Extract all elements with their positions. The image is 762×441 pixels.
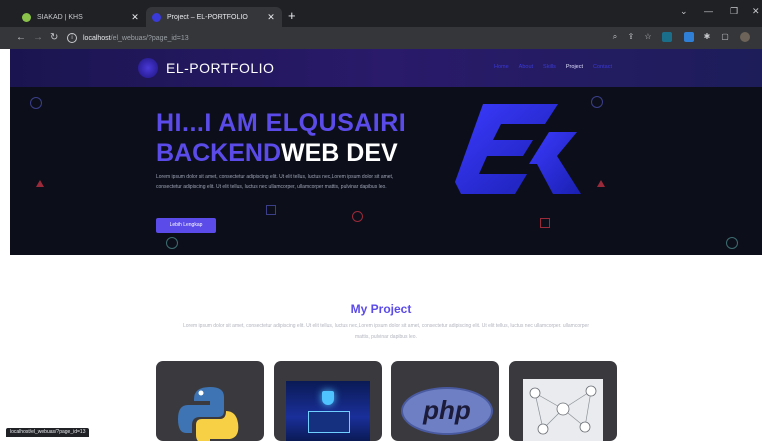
- tab-title: SIAKAD | KHS: [37, 13, 83, 21]
- nav-menu: Home About Skills Project Contact: [494, 64, 612, 70]
- network-diagram-icon: [523, 379, 603, 441]
- laptop-icon: [308, 411, 350, 433]
- project-card-cyber[interactable]: [274, 361, 382, 441]
- window-close-icon[interactable]: ✕: [752, 6, 760, 17]
- hero-title-rest: WEB DEV: [281, 139, 398, 167]
- portfolio-favicon-icon: [152, 12, 161, 22]
- tab-project[interactable]: Project – EL-PORTFOLIO ✕: [146, 7, 282, 27]
- learn-more-button[interactable]: Lebih Lengkap: [156, 218, 216, 233]
- hero-description: Lorem ipsum dolor sit amet, consectetur …: [156, 174, 394, 190]
- hero-title-accent: BACKEND: [156, 139, 281, 167]
- project-card-python[interactable]: [156, 361, 264, 441]
- close-icon[interactable]: ✕: [264, 12, 278, 23]
- decor-square-icon: [266, 205, 276, 215]
- decor-triangle-icon: [597, 180, 605, 187]
- side-panel-icon[interactable]: ▢: [720, 32, 730, 42]
- siakad-favicon-icon: [22, 12, 31, 22]
- url-host: localhost: [83, 34, 111, 42]
- projects-description: Lorem ipsum dolor sit amet, consectetur …: [182, 323, 589, 340]
- nav-home[interactable]: Home: [494, 64, 509, 70]
- decor-circle-icon: [591, 96, 603, 108]
- hero-title-line2: BACKENDWEB DEV: [156, 139, 398, 168]
- shield-icon: [322, 391, 334, 405]
- close-icon[interactable]: ✕: [128, 12, 142, 23]
- extension-icon[interactable]: [662, 32, 672, 42]
- python-logo-icon: [178, 387, 239, 441]
- project-card-php[interactable]: php: [391, 361, 499, 441]
- nav-project[interactable]: Project: [566, 64, 583, 70]
- extension-icon[interactable]: [684, 32, 694, 42]
- nav-about[interactable]: About: [519, 64, 533, 70]
- decor-circle-icon: [352, 211, 363, 222]
- decor-circle-icon: [726, 237, 738, 249]
- maximize-icon[interactable]: ❐: [730, 6, 738, 17]
- hero-title-line1: HI...I AM ELQUSAIRI: [156, 109, 407, 137]
- site-brand[interactable]: EL-PORTFOLIO: [166, 60, 274, 76]
- reload-icon[interactable]: ↻: [50, 31, 58, 45]
- site-info-icon[interactable]: i: [67, 33, 77, 43]
- decor-triangle-icon: [36, 180, 44, 187]
- site-navbar: EL-PORTFOLIO Home About Skills Project C…: [10, 49, 762, 87]
- nav-contact[interactable]: Contact: [593, 64, 612, 70]
- url-path: /el_webuas/?page_id=13: [110, 34, 189, 42]
- share-icon[interactable]: ⇪: [626, 32, 636, 42]
- address-bar[interactable]: i localhost /el_webuas/?page_id=13: [67, 31, 189, 45]
- php-logo-text: php: [423, 395, 471, 425]
- ek-logo-icon: [455, 104, 581, 194]
- projects-heading: My Project: [350, 302, 412, 316]
- new-tab-icon[interactable]: +: [288, 8, 296, 24]
- site-logo-icon[interactable]: [138, 58, 158, 78]
- php-logo-icon: php: [401, 387, 493, 435]
- hero-section: HI...I AM ELQUSAIRI BACKENDWEB DEV Lorem…: [10, 87, 762, 255]
- extensions-puzzle-icon[interactable]: ✱: [702, 32, 712, 42]
- decor-circle-icon: [30, 97, 42, 109]
- cyber-security-image: [286, 381, 370, 441]
- decor-circle-icon: [166, 237, 178, 249]
- project-card-network[interactable]: [509, 361, 617, 441]
- link-status-bubble: localhost/el_webuas/?page_id=13: [6, 428, 90, 437]
- decor-square-icon: [540, 218, 550, 228]
- zoom-icon[interactable]: ⌕: [610, 32, 620, 42]
- bookmark-star-icon[interactable]: ☆: [643, 32, 653, 42]
- forward-icon[interactable]: →: [33, 31, 43, 45]
- back-icon[interactable]: ←: [16, 31, 26, 45]
- tab-title: Project – EL-PORTFOLIO: [167, 13, 248, 21]
- profile-avatar[interactable]: [740, 32, 750, 42]
- browser-tab-strip: SIAKAD | KHS ✕ Project – EL-PORTFOLIO ✕ …: [0, 0, 762, 27]
- nav-skills[interactable]: Skills: [543, 64, 556, 70]
- minimize-icon[interactable]: —: [704, 6, 713, 16]
- tab-siakad[interactable]: SIAKAD | KHS ✕: [16, 7, 146, 27]
- tab-search-icon[interactable]: ⌄: [680, 6, 688, 17]
- browser-toolbar: ← → ↻ i localhost /el_webuas/?page_id=13…: [0, 27, 762, 49]
